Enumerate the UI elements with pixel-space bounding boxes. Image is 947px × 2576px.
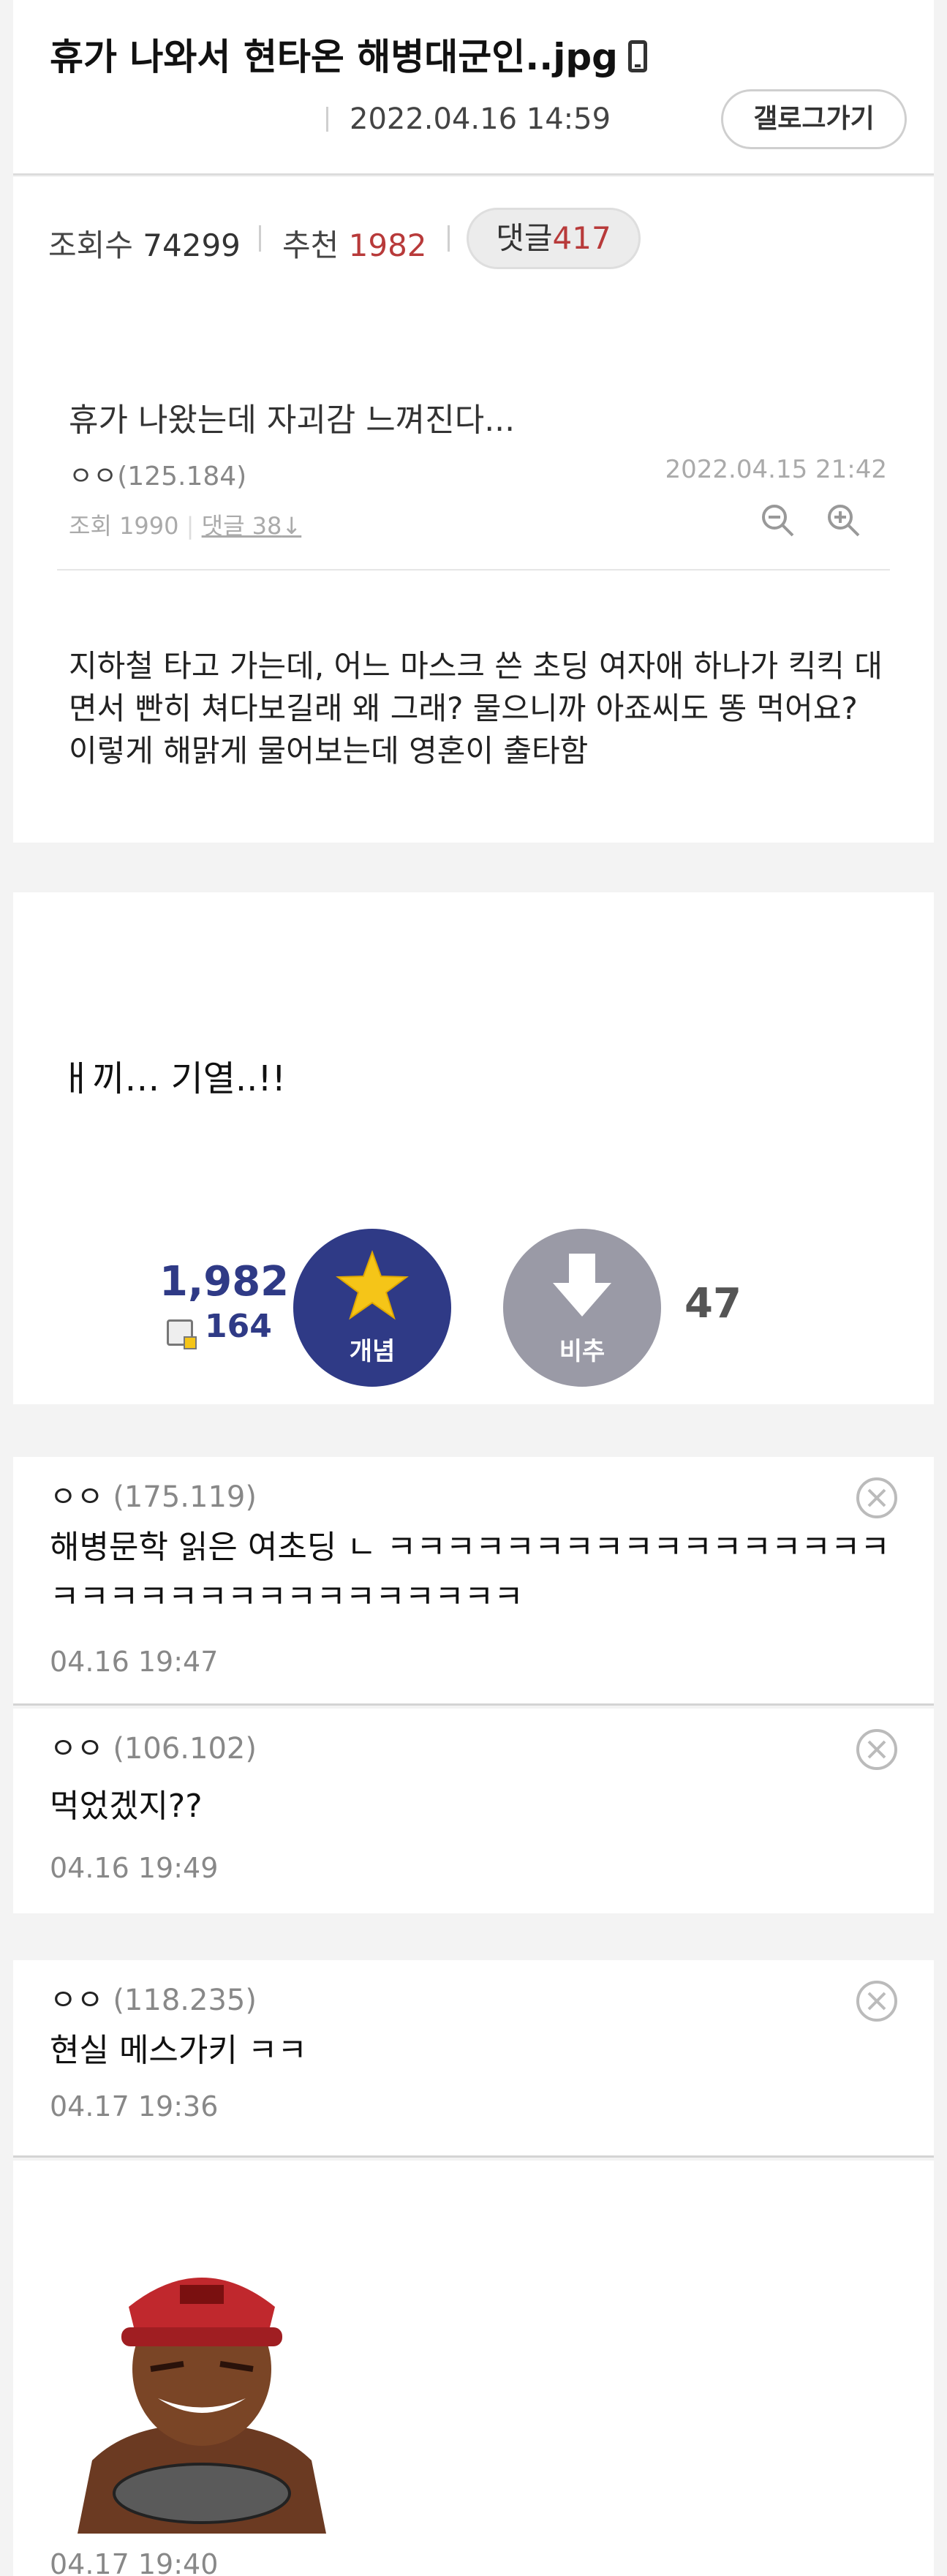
divider <box>259 225 261 252</box>
comment-date: 04.16 19:47 <box>50 1646 219 1678</box>
delete-comment-icon[interactable] <box>855 1476 899 1520</box>
dccon-sticker-image <box>48 2241 355 2534</box>
reply-count-button[interactable]: 댓글417 <box>467 208 641 269</box>
post-content: ㅐ끼… 기열..!! 1,982 164 개념 비추 47 <box>13 892 934 1404</box>
comment-text: 해병문학 읽은 여초딩 ㄴ ㅋㅋㅋㅋㅋㅋㅋㅋㅋㅋㅋㅋㅋㅋㅋㅋㅋㅋㅋㅋㅋㅋㅋㅋㅋㅋ… <box>50 1529 890 1616</box>
comment-date: 04.16 19:49 <box>50 1852 219 1884</box>
header-title-text: 휴가 나와서 현타온 해병대군인..jpg <box>50 36 618 78</box>
comment-item: 04.17 19:40 <box>13 2161 934 2576</box>
delete-comment-icon[interactable] <box>855 1979 899 2023</box>
upvote-label: 개념 <box>349 1337 396 1366</box>
separator <box>13 2155 934 2158</box>
divider <box>448 225 450 252</box>
comment-date: 04.17 19:36 <box>50 2090 219 2123</box>
meme-caption: ㅐ끼… 기열..!! <box>60 1058 286 1099</box>
post-meta: 조회 1990 | 댓글 38↓ <box>69 512 302 540</box>
down-arrow-icon <box>553 1254 611 1317</box>
post-body-text: 지하철 타고 가는데, 어느 마스크 쓴 초딩 여자애 하나가 킥킥 대면서 빤… <box>69 648 883 769</box>
post-author[interactable]: ㅇㅇ(125.184) <box>69 455 246 493</box>
comment-author[interactable]: ㅇㅇ (118.235) <box>50 1976 257 2019</box>
divider <box>326 107 328 132</box>
zoom-in-icon[interactable] <box>825 502 861 538</box>
mobile-icon <box>627 40 647 72</box>
gallog-button[interactable]: 갤로그가기 <box>721 89 907 149</box>
comment-author[interactable]: ㅇㅇ (175.119) <box>50 1473 257 1515</box>
post-body-section: 조회수 74299 추천 1982 댓글417 휴가 나왔는데 자괴감 느껴진다… <box>13 177 934 843</box>
comment-text: 먹었겠지?? <box>50 1788 203 1825</box>
comment-item: ㅇㅇ (106.102) 먹었겠지?? 04.16 19:49 <box>13 1709 934 1913</box>
comment-item: ㅇㅇ (175.119) 해병문학 읽은 여초딩 ㄴ ㅋㅋㅋㅋㅋㅋㅋㅋㅋㅋㅋㅋㅋ… <box>13 1457 934 1706</box>
comment-author[interactable]: ㅇㅇ (106.102) <box>50 1725 257 1767</box>
comment-item: ㅇㅇ (118.235) 현실 메스가키 ㅋㅋ 04.17 19:36 <box>13 1960 934 2158</box>
comment-date: 04.17 19:40 <box>50 2548 219 2576</box>
downvote-count: 47 <box>684 1280 742 1327</box>
view-count: 조회수 74299 <box>48 227 241 263</box>
star-icon <box>336 1250 409 1320</box>
delete-comment-icon[interactable] <box>855 1728 899 1771</box>
separator <box>57 569 890 570</box>
replies-link[interactable]: 댓글 38↓ <box>202 512 302 540</box>
separator <box>13 1703 934 1706</box>
post-header-title: 휴가 나와서 현타온 해병대군인..jpg <box>50 28 647 80</box>
fixed-upvote-count: 164 <box>205 1308 272 1345</box>
fixed-user-icon <box>167 1319 197 1349</box>
upvote-button[interactable]: 개념 <box>293 1229 451 1387</box>
post-original-date: 2022.04.15 21:42 <box>665 455 887 484</box>
downvote-label: 비추 <box>559 1337 605 1366</box>
post-title: 휴가 나왔는데 자괴감 느껴진다... <box>69 402 516 439</box>
zoom-out-icon[interactable] <box>759 502 796 538</box>
recommend-count: 추천 1982 <box>282 227 427 263</box>
upvote-count: 1,982 <box>159 1258 290 1306</box>
post-date: 2022.04.16 14:59 <box>350 102 611 136</box>
post-header: 휴가 나와서 현타온 해병대군인..jpg 2022.04.16 14:59 갤… <box>13 0 934 176</box>
comment-text: 현실 메스가키 ㅋㅋ <box>50 2032 307 2069</box>
downvote-button[interactable]: 비추 <box>503 1229 661 1387</box>
